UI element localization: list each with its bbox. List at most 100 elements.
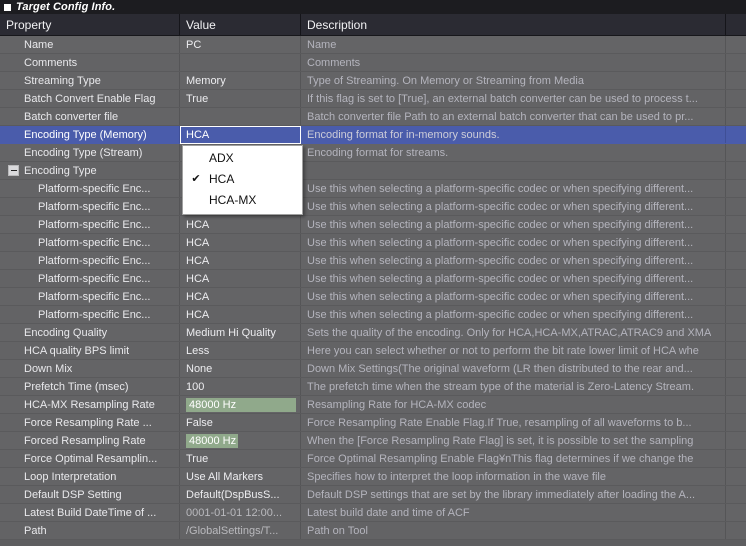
cell-value[interactable]: HCA [180, 252, 301, 269]
cell-property[interactable]: Force Optimal Resamplin... [0, 450, 180, 467]
window-titlebar: Target Config Info. [0, 0, 746, 14]
cell-property[interactable]: Streaming Type [0, 72, 180, 89]
value-text: Medium Hi Quality [186, 326, 276, 339]
cell-value[interactable]: 48000 Hz [180, 432, 301, 449]
table-row[interactable]: Platform-specific Enc...HCAUse this when… [0, 180, 746, 198]
table-row[interactable]: Platform-specific Enc...HCAUse this when… [0, 288, 746, 306]
cell-property[interactable]: Encoding Type [0, 162, 180, 179]
cell-property[interactable]: Batch Convert Enable Flag [0, 90, 180, 107]
cell-value[interactable]: Default(DspBusS... [180, 486, 301, 503]
cell-property[interactable]: Default DSP Setting [0, 486, 180, 503]
table-row[interactable]: Encoding Type (Memory) HCA Encoding format… [0, 126, 746, 144]
cell-property[interactable]: Platform-specific Enc... [0, 216, 180, 233]
cell-property[interactable]: Down Mix [0, 360, 180, 377]
cell-spacer [726, 126, 746, 143]
cell-value[interactable]: HCA [180, 288, 301, 305]
table-row[interactable]: Prefetch Time (msec) 100 The prefetch time… [0, 378, 746, 396]
cell-value[interactable]: HCA [180, 306, 301, 323]
table-row[interactable]: Batch Convert Enable Flag True If this fla… [0, 90, 746, 108]
cell-property[interactable]: Platform-specific Enc... [0, 270, 180, 287]
cell-value[interactable]: /GlobalSettings/T... [180, 522, 301, 539]
table-row[interactable]: Batch converter file Batch converter file… [0, 108, 746, 126]
cell-value[interactable]: HCA [180, 270, 301, 287]
square-icon [4, 3, 11, 11]
table-row[interactable]: Latest Build DateTime of ... 0001-01-01 1… [0, 504, 746, 522]
table-row[interactable]: Encoding Type (Stream) Encoding format fo… [0, 144, 746, 162]
cell-property[interactable]: Batch converter file [0, 108, 180, 125]
cell-property[interactable]: Platform-specific Enc... [0, 306, 180, 323]
cell-property[interactable]: Comments [0, 54, 180, 71]
cell-property[interactable]: Platform-specific Enc... [0, 198, 180, 215]
table-row[interactable]: Encoding Quality Medium Hi Quality Sets th… [0, 324, 746, 342]
collapse-minus-icon[interactable] [8, 165, 19, 176]
cell-property[interactable]: Platform-specific Enc... [0, 180, 180, 197]
table-row[interactable]: Platform-specific Enc...HCAUse this when… [0, 198, 746, 216]
cell-property[interactable]: Path [0, 522, 180, 539]
cell-value[interactable]: 48000 Hz [180, 396, 301, 413]
property-grid[interactable]: Name PC Name Comments Comments Streaming Type… [0, 36, 746, 546]
table-row[interactable]: Down Mix None Down Mix Settings(The origin… [0, 360, 746, 378]
cell-description: Path on Tool [301, 522, 726, 539]
table-row[interactable]: HCA-MX Resampling Rate 48000 Hz Resampling… [0, 396, 746, 414]
cell-property[interactable]: Platform-specific Enc... [0, 288, 180, 305]
table-row[interactable]: Platform-specific Enc...HCAUse this when… [0, 270, 746, 288]
menu-item-adx[interactable]: ADX [183, 148, 302, 169]
cell-value[interactable]: True [180, 90, 301, 107]
cell-value[interactable]: True [180, 450, 301, 467]
cell-value[interactable]: PC [180, 36, 301, 53]
table-row[interactable]: HCA quality BPS limit Less Here you can se… [0, 342, 746, 360]
description-text: Resampling Rate for HCA-MX codec [307, 398, 487, 411]
table-row[interactable]: Name PC Name [0, 36, 746, 54]
table-row[interactable]: Encoding Type [0, 162, 746, 180]
value-text: HCA [186, 236, 210, 249]
cell-value[interactable] [180, 108, 301, 125]
table-row[interactable]: Comments Comments [0, 54, 746, 72]
cell-value[interactable] [180, 54, 301, 71]
cell-value[interactable]: Less [180, 342, 301, 359]
cell-property[interactable]: Platform-specific Enc... [0, 252, 180, 269]
cell-property[interactable]: Name [0, 36, 180, 53]
cell-value[interactable]: HCA [180, 216, 301, 233]
property-label: Platform-specific Enc... [38, 200, 151, 213]
cell-property[interactable]: Encoding Type (Memory) [0, 126, 180, 143]
encoding-type-dropdown-menu[interactable]: ADX ✔ HCA HCA-MX [182, 145, 303, 215]
cell-property[interactable]: HCA-MX Resampling Rate [0, 396, 180, 413]
menu-item-hca-mx[interactable]: HCA-MX [183, 190, 302, 211]
cell-description: Use this when selecting a platform-speci… [301, 270, 726, 287]
table-row[interactable]: Path/GlobalSettings/T... Path on Tool [0, 522, 746, 540]
cell-value[interactable]: Use All Markers [180, 468, 301, 485]
table-row[interactable]: Platform-specific Enc...HCAUse this when… [0, 234, 746, 252]
column-header-property[interactable]: Property [0, 14, 180, 35]
table-row[interactable]: Forced Resampling Rate 48000 Hz When the [… [0, 432, 746, 450]
table-row[interactable]: Force Optimal Resamplin... True Force Opti… [0, 450, 746, 468]
table-row[interactable]: Force Resampling Rate ... False Force Resa… [0, 414, 746, 432]
column-header-value[interactable]: Value [180, 14, 301, 35]
table-row[interactable]: Streaming Type Memory Type of Streaming. O… [0, 72, 746, 90]
table-row[interactable]: Platform-specific Enc...HCAUse this when… [0, 306, 746, 324]
table-row[interactable]: Loop Interpretation Use All Markers Specif… [0, 468, 746, 486]
cell-value[interactable]: Memory [180, 72, 301, 89]
encoding-type-memory-combobox[interactable]: HCA [180, 126, 301, 144]
cell-property[interactable]: Platform-specific Enc... [0, 234, 180, 251]
cell-value[interactable]: Medium Hi Quality [180, 324, 301, 341]
cell-property[interactable]: HCA quality BPS limit [0, 342, 180, 359]
table-row[interactable]: Platform-specific Enc...HCAUse this when… [0, 216, 746, 234]
cell-spacer [726, 468, 746, 485]
cell-value[interactable]: HCA [180, 234, 301, 251]
cell-value[interactable]: False [180, 414, 301, 431]
table-row[interactable]: Platform-specific Enc...HCAUse this when… [0, 252, 746, 270]
cell-property[interactable]: Force Resampling Rate ... [0, 414, 180, 431]
menu-item-hca[interactable]: ✔ HCA [183, 169, 302, 190]
cell-property[interactable]: Forced Resampling Rate [0, 432, 180, 449]
table-row[interactable]: Default DSP Setting Default(DspBusS... Def… [0, 486, 746, 504]
cell-value[interactable]: None [180, 360, 301, 377]
cell-property[interactable]: Prefetch Time (msec) [0, 378, 180, 395]
cell-spacer [726, 252, 746, 269]
cell-value[interactable]: 0001-01-01 12:00... [180, 504, 301, 521]
cell-property[interactable]: Latest Build DateTime of ... [0, 504, 180, 521]
column-header-description[interactable]: Description [301, 14, 726, 35]
cell-property[interactable]: Loop Interpretation [0, 468, 180, 485]
cell-property[interactable]: Encoding Type (Stream) [0, 144, 180, 161]
cell-value[interactable]: 100 [180, 378, 301, 395]
cell-property[interactable]: Encoding Quality [0, 324, 180, 341]
